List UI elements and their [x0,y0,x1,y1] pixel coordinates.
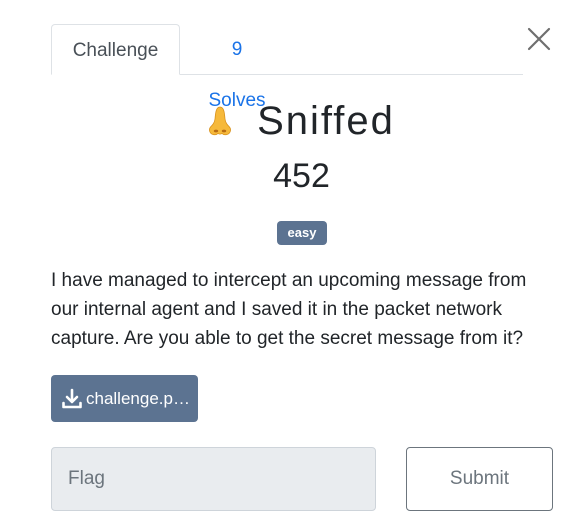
close-icon [527,27,551,51]
challenge-description: I have managed to intercept an upcoming … [51,270,527,349]
tab-challenge[interactable]: Challenge [51,24,180,75]
challenge-modal: Challenge 9 Solves Sniffed 452 easy I ha… [0,0,586,523]
challenge-title: Sniffed [257,99,395,143]
download-icon [62,388,82,408]
file-name-label: challenge.p… [86,388,190,408]
nose-icon [209,106,232,136]
tab-solves[interactable]: 9 Solves [201,24,273,111]
download-file-button[interactable]: challenge.p… [51,375,198,422]
close-button[interactable] [524,24,554,54]
difficulty-badge: easy [277,221,327,245]
challenge-points: 452 [273,157,330,195]
flag-input[interactable] [51,447,376,511]
submit-button[interactable]: Submit [406,447,553,511]
challenge-header: Sniffed [0,96,586,146]
tab-bar: Challenge 9 Solves [51,24,523,111]
